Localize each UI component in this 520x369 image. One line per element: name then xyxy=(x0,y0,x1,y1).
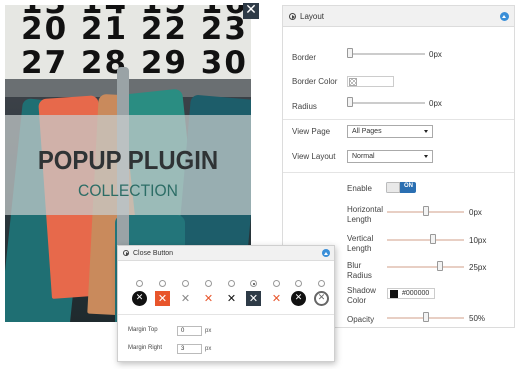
view-page-selected: All Pages xyxy=(352,128,382,135)
shadow-color-value: #000000 xyxy=(402,290,430,297)
margin-top-input[interactable]: 0 xyxy=(177,326,202,336)
vertical-length-slider-track[interactable] xyxy=(387,239,464,241)
border-slider-track[interactable] xyxy=(347,53,425,55)
margin-top-label: Margin Top xyxy=(128,327,158,333)
close-style-radio[interactable] xyxy=(136,280,143,287)
enable-label: Enable xyxy=(347,184,372,193)
radius-slider-track[interactable] xyxy=(347,102,425,104)
close-style-radio[interactable] xyxy=(228,280,235,287)
radius-value: 0px xyxy=(429,99,442,108)
play-circle-icon xyxy=(289,12,296,20)
close-thin-orange-icon[interactable]: ✕ xyxy=(269,291,284,306)
close-button-panel-header[interactable]: Close Button xyxy=(118,246,334,261)
calendar-row: 27 28 29 30 31 xyxy=(21,45,251,81)
calendar-row: 20 21 22 23 24 xyxy=(21,11,251,47)
close-orange-icon[interactable]: ✕ xyxy=(201,291,216,306)
close-circle-outline-icon[interactable]: ✕ xyxy=(314,291,329,306)
horizontal-length-label: Horizontal Length xyxy=(347,205,384,224)
close-button-panel-title: Close Button xyxy=(133,249,174,257)
collapse-icon[interactable] xyxy=(500,11,509,21)
popup-subtitle: COLLECTION xyxy=(78,181,178,200)
blur-radius-slider-thumb[interactable] xyxy=(436,261,443,271)
close-black-icon[interactable]: ✕ xyxy=(224,291,239,306)
close-style-radio[interactable] xyxy=(205,280,212,287)
chevron-down-icon xyxy=(424,130,428,133)
close-style-radio[interactable] xyxy=(159,280,166,287)
radius-slider-thumb[interactable] xyxy=(347,97,353,107)
view-layout-select[interactable]: Normal xyxy=(347,150,433,163)
border-slider-thumb[interactable] xyxy=(347,48,353,58)
opacity-value: 50% xyxy=(469,314,486,323)
view-layout-label: View Layout xyxy=(292,152,336,161)
collapse-icon[interactable] xyxy=(322,249,330,257)
shadow-color-swatch xyxy=(390,290,398,298)
close-circle-black-icon[interactable]: ✕ xyxy=(132,291,147,306)
close-square-orange-icon[interactable]: ✕ xyxy=(155,291,170,306)
margin-right-label: Margin Right xyxy=(128,345,163,351)
border-color-label: Border Color xyxy=(292,77,338,86)
opacity-slider-thumb[interactable] xyxy=(422,312,429,322)
close-style-radio[interactable] xyxy=(318,280,325,287)
toggle-knob xyxy=(386,182,400,193)
toggle-state: ON xyxy=(404,183,413,189)
view-page-select[interactable]: All Pages xyxy=(347,125,433,138)
margin-right-unit: px xyxy=(205,346,212,352)
divider xyxy=(283,119,514,120)
blur-radius-value: 25px xyxy=(469,263,487,272)
view-page-label: View Page xyxy=(292,127,331,136)
transparent-swatch-icon xyxy=(349,78,357,86)
vertical-length-value: 10px xyxy=(469,236,487,245)
close-gray-icon[interactable]: ✕ xyxy=(178,291,193,306)
popup-title: POPUP PLUGIN xyxy=(37,145,219,175)
layout-panel-header[interactable]: Layout xyxy=(283,6,514,27)
vertical-length-slider-thumb[interactable] xyxy=(429,234,436,244)
border-label: Border xyxy=(292,53,317,62)
margin-top-unit: px xyxy=(205,328,212,334)
horizontal-length-slider-thumb[interactable] xyxy=(422,206,429,216)
radius-label: Radius xyxy=(292,102,317,111)
close-style-radio[interactable] xyxy=(273,280,280,287)
blur-radius-label: Blur Radius xyxy=(347,261,372,280)
horizontal-length-value: 0px xyxy=(469,208,482,217)
opacity-label: Opacity xyxy=(347,315,375,324)
close-style-radio-selected[interactable] xyxy=(250,280,257,287)
border-value: 0px xyxy=(429,50,442,59)
shadow-color-label: Shadow Color xyxy=(347,286,376,305)
margin-right-input[interactable]: 3 xyxy=(177,344,202,354)
divider xyxy=(118,314,334,315)
close-button-panel: Close Button ✕ ✕ ✕ ✕ ✕ ✕ ✕ ✕ ✕ Margin To… xyxy=(117,245,335,362)
close-circle-black-icon[interactable]: ✕ xyxy=(291,291,306,306)
vertical-length-label: Vertical Length xyxy=(347,234,374,253)
popup-close-icon[interactable]: ✕ xyxy=(243,3,259,19)
settings-circle-icon xyxy=(123,250,129,256)
divider xyxy=(283,172,514,173)
close-style-radio[interactable] xyxy=(182,280,189,287)
close-style-radio[interactable] xyxy=(295,280,302,287)
chevron-down-icon xyxy=(424,155,428,158)
view-layout-selected: Normal xyxy=(352,153,375,160)
blur-radius-slider-track[interactable] xyxy=(387,266,464,268)
enable-toggle[interactable]: ON xyxy=(386,182,416,193)
close-square-dark-icon[interactable]: ✕ xyxy=(246,291,261,306)
layout-panel-title: Layout xyxy=(300,11,325,21)
